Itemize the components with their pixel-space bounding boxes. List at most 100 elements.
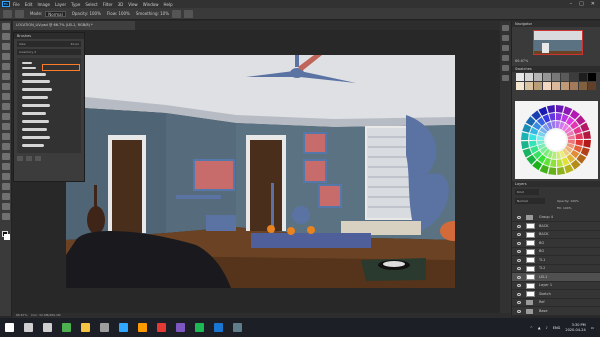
chat-icon[interactable] (176, 323, 185, 332)
volume-icon[interactable]: ♪ (546, 326, 548, 330)
color-wheel-segment[interactable] (550, 159, 556, 168)
visibility-eye-icon[interactable] (517, 267, 521, 270)
menu-help[interactable]: Help (163, 2, 172, 7)
angle-icon[interactable] (184, 9, 193, 18)
menu-layer[interactable]: Layer (55, 2, 66, 7)
brush-preset[interactable] (22, 67, 36, 69)
visibility-eye-icon[interactable] (517, 250, 521, 253)
game-icon[interactable] (233, 323, 242, 332)
background-color-swatch[interactable] (4, 234, 10, 240)
stamp-tool-icon[interactable] (1, 103, 10, 110)
lasso-tool-icon[interactable] (1, 43, 10, 50)
color-swatch[interactable] (525, 73, 533, 81)
paragraph-icon[interactable] (502, 75, 509, 81)
navigator-zoom[interactable]: 66.67% (515, 59, 528, 63)
pen-tool-icon[interactable] (1, 163, 10, 170)
visibility-eye-icon[interactable] (517, 258, 521, 262)
chevron-up-icon[interactable]: ^ (530, 326, 533, 330)
color-wheel-segment[interactable] (521, 132, 529, 140)
document-canvas[interactable] (66, 55, 455, 288)
close-icon[interactable]: ✕ (591, 1, 595, 7)
network-icon[interactable]: ▲ (538, 326, 541, 330)
color-swatch[interactable] (516, 82, 524, 90)
color-swatch[interactable] (570, 82, 578, 90)
gear-icon[interactable] (172, 9, 181, 18)
healing-tool-icon[interactable] (1, 83, 10, 90)
type-tool-icon[interactable] (1, 173, 10, 180)
color-swatch[interactable] (579, 73, 587, 81)
trash-icon[interactable] (35, 156, 41, 161)
brush-settings-icon[interactable] (502, 55, 509, 61)
color-swatch[interactable] (534, 82, 542, 90)
brush-preset[interactable] (22, 80, 50, 83)
brush-size-value[interactable]: 40 px (71, 41, 79, 47)
color-swatch[interactable] (525, 82, 533, 90)
color-wheel-segment[interactable] (575, 140, 584, 146)
color-wheel-segment[interactable] (583, 130, 591, 139)
menu-image[interactable]: Image (37, 2, 50, 7)
brush-size-row[interactable]: Size: 40 px (17, 41, 81, 47)
visibility-eye-icon[interactable] (517, 284, 521, 287)
color-wheel-segment[interactable] (529, 140, 537, 147)
opacity-field[interactable]: Opacity: 100% (72, 11, 101, 16)
brush-preset[interactable] (22, 128, 47, 131)
color-swatch[interactable] (516, 73, 524, 81)
eyedropper-tool-icon[interactable] (1, 73, 10, 80)
color-wheel-segment[interactable] (556, 113, 562, 121)
color-swatch[interactable] (588, 82, 596, 90)
brush-preset[interactable] (22, 96, 48, 99)
brush-preset[interactable] (22, 136, 50, 139)
settings-icon[interactable] (100, 323, 109, 332)
history-icon[interactable] (502, 25, 509, 31)
color-wheel-segment[interactable] (557, 167, 566, 175)
layer-row[interactable]: Base (512, 307, 600, 316)
color-wheel-segment[interactable] (556, 159, 563, 167)
visibility-eye-icon[interactable] (517, 301, 521, 304)
color-swatch[interactable] (534, 73, 542, 81)
brush-folder-row[interactable]: Inventory 2 (17, 49, 81, 55)
gradient-tool-icon[interactable] (1, 133, 10, 140)
illustrator-icon[interactable] (138, 323, 147, 332)
visibility-eye-icon[interactable] (517, 241, 521, 245)
color-swatch[interactable] (579, 82, 587, 90)
search-icon[interactable] (24, 323, 33, 332)
menu-type[interactable]: Type (71, 2, 80, 7)
shape-tool-icon[interactable] (1, 193, 10, 200)
color-wheel-segment[interactable] (580, 147, 590, 157)
color-wheel-panel[interactable] (515, 101, 598, 179)
browser-icon[interactable] (62, 323, 71, 332)
mode-select[interactable]: Normal (45, 10, 66, 17)
language-indicator[interactable]: ENG (553, 326, 561, 330)
color-wheel-icon[interactable] (515, 101, 598, 179)
brush-tool-icon[interactable] (3, 9, 12, 18)
color-wheel-segment[interactable] (529, 134, 537, 140)
color-swatch[interactable] (552, 82, 560, 90)
color-wheel-segment[interactable] (563, 106, 573, 116)
visibility-eye-icon[interactable] (517, 224, 521, 228)
history-brush-tool-icon[interactable] (1, 113, 10, 120)
eraser-tool-icon[interactable] (1, 123, 10, 130)
maximize-icon[interactable]: □ (579, 1, 584, 7)
navigator-thumbnail[interactable] (533, 30, 583, 55)
brush-preset-list[interactable] (17, 58, 81, 153)
brush-tool-icon[interactable] (1, 93, 10, 100)
music-icon[interactable] (195, 323, 204, 332)
color-wheel-segment[interactable] (539, 164, 549, 174)
color-wheel-segment[interactable] (549, 113, 556, 121)
swatches-grid[interactable] (516, 73, 598, 99)
visibility-eye-icon[interactable] (517, 292, 521, 296)
visibility-eye-icon[interactable] (517, 275, 521, 279)
brush-preset[interactable] (22, 120, 49, 123)
color-wheel-segment[interactable] (546, 105, 555, 113)
navigator-tab[interactable]: Navigator (515, 21, 532, 27)
start-icon[interactable] (5, 323, 14, 332)
visibility-eye-icon[interactable] (517, 216, 521, 219)
blur-tool-icon[interactable] (1, 143, 10, 150)
menu-view[interactable]: View (128, 2, 138, 7)
brush-preset[interactable] (22, 88, 52, 91)
adjustments-icon[interactable] (502, 45, 509, 51)
color-swatch[interactable] (570, 73, 578, 81)
layer-filter-kind[interactable]: Kind (515, 189, 539, 195)
properties-icon[interactable] (502, 35, 509, 41)
color-wheel-segment[interactable] (522, 123, 532, 133)
